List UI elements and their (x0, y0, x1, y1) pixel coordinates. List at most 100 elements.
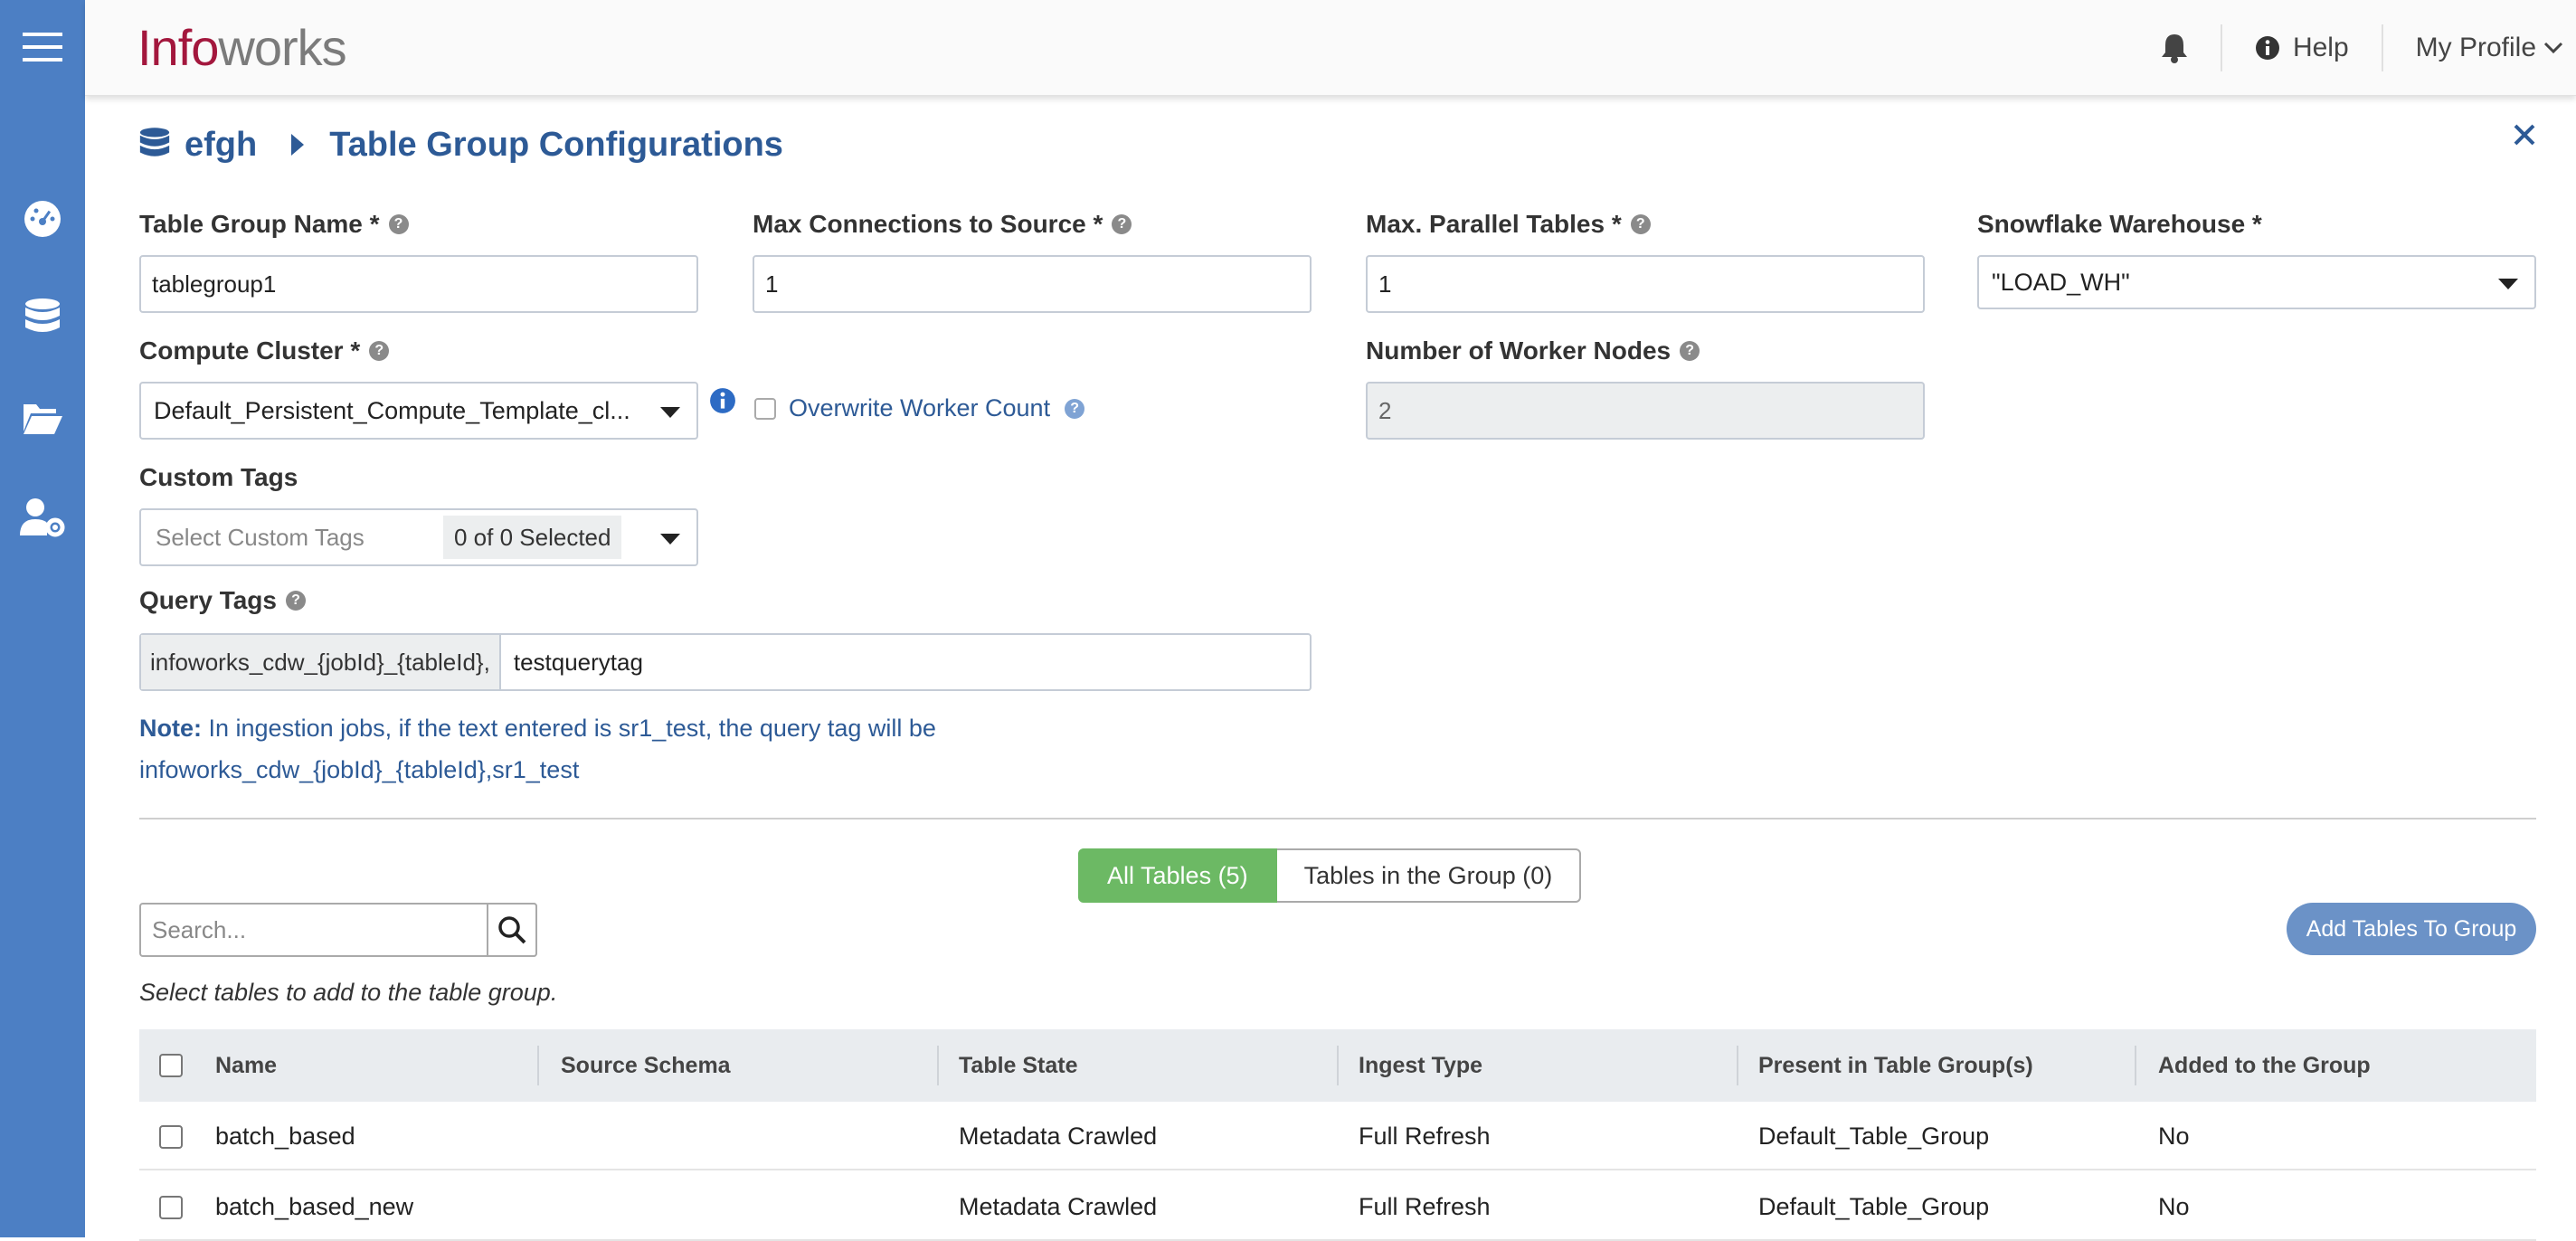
overwrite-worker-count-label: Overwrite Worker Count ? (789, 394, 1085, 422)
separator (2381, 24, 2383, 71)
tab-all-tables[interactable]: All Tables (5) (1078, 848, 1277, 903)
help-icon[interactable]: ? (1065, 398, 1085, 419)
separator (2220, 24, 2222, 71)
breadcrumb: efgh Table Group Configurations (139, 118, 783, 172)
select-all-checkbox[interactable] (159, 1054, 183, 1077)
table-header: Name Source Schema Table State Ingest Ty… (139, 1029, 2536, 1102)
table-group-name-input[interactable]: tablegroup1 (139, 255, 698, 313)
column-header-present-in-groups[interactable]: Present in Table Group(s) (1758, 1029, 2033, 1102)
compute-cluster-label: Compute Cluster *? (139, 336, 390, 365)
page-title: Table Group Configurations (329, 125, 783, 164)
notifications-button[interactable] (2161, 33, 2188, 63)
overwrite-worker-count-checkbox[interactable] (754, 398, 776, 420)
custom-tags-label: Custom Tags (139, 463, 298, 492)
cell-ingest-type: Full Refresh (1359, 1122, 1491, 1150)
help-icon[interactable]: ? (369, 341, 390, 361)
help-icon[interactable]: ? (1680, 341, 1700, 361)
caret-right-icon (291, 134, 305, 156)
query-tags-value: testquerytag (513, 648, 643, 676)
warehouse-value: "LOAD_WH" (1992, 268, 2130, 296)
close-icon (2514, 124, 2535, 146)
dashboard-icon (24, 201, 61, 237)
compute-cluster-select[interactable]: Default_Persistent_Compute_Template_cl..… (139, 382, 698, 440)
hamburger-menu-button[interactable] (0, 20, 85, 74)
caret-down-icon (660, 407, 680, 418)
user-settings-icon (20, 498, 65, 537)
cell-name: batch_based_new (215, 1192, 414, 1220)
help-icon[interactable]: ? (1630, 214, 1651, 234)
max-parallel-label: Max. Parallel Tables *? (1366, 210, 1651, 239)
column-header-source-schema[interactable]: Source Schema (561, 1029, 731, 1102)
max-parallel-tables-input[interactable]: 1 (1366, 255, 1925, 313)
cell-added-to-group: No (2158, 1122, 2190, 1150)
table-hint: Select tables to add to the table group. (139, 979, 558, 1006)
label-text: Custom Tags (139, 463, 298, 491)
caret-down-icon (2498, 279, 2518, 289)
help-icon[interactable]: ? (285, 591, 306, 611)
compute-cluster-info[interactable] (709, 387, 736, 419)
cell-table-state: Metadata Crawled (959, 1122, 1158, 1150)
query-tags-label: Query Tags? (139, 586, 306, 615)
bell-icon (2161, 34, 2187, 63)
label-text: Max Connections to Source * (753, 210, 1103, 238)
label-text: Compute Cluster * (139, 336, 361, 365)
note-line2: infoworks_cdw_{jobId}_{tableId},sr1_test (139, 756, 580, 783)
top-bar: Infoworks Help My Profile (85, 0, 2576, 96)
max-connections-input[interactable]: 1 (753, 255, 1312, 313)
snowflake-warehouse-label: Snowflake Warehouse * (1977, 210, 2262, 239)
folder-icon (24, 404, 62, 434)
table-row[interactable]: batch_based Metadata Crawled Full Refres… (139, 1102, 2536, 1170)
query-tags-input[interactable]: infoworks_cdw_{jobId}_{tableId}, testque… (139, 633, 1312, 691)
column-separator (1337, 1046, 1339, 1085)
row-checkbox[interactable] (159, 1125, 183, 1149)
sidebar-item-files[interactable] (0, 391, 85, 445)
sidebar (0, 0, 85, 1237)
info-icon (710, 388, 735, 413)
column-separator (937, 1046, 939, 1085)
search-button[interactable] (487, 903, 537, 957)
cell-added-to-group: No (2158, 1192, 2190, 1220)
column-separator (537, 1046, 539, 1085)
sidebar-item-dashboard[interactable] (0, 192, 85, 246)
my-profile-menu[interactable]: My Profile (2416, 33, 2563, 63)
label-text: Snowflake Warehouse * (1977, 210, 2262, 238)
help-icon[interactable]: ? (388, 214, 409, 234)
tab-tables-in-group[interactable]: Tables in the Group (0) (1276, 848, 1582, 903)
row-checkbox[interactable] (159, 1196, 183, 1219)
label-text: Table Group Name * (139, 210, 380, 238)
column-header-added-to-group[interactable]: Added to the Group (2158, 1029, 2371, 1102)
close-button[interactable] (2513, 123, 2536, 151)
compute-cluster-value: Default_Persistent_Compute_Template_cl..… (154, 396, 630, 424)
help-link[interactable]: Help (2255, 33, 2349, 63)
app-logo[interactable]: Infoworks (137, 18, 347, 77)
column-separator (1737, 1046, 1738, 1085)
profile-label: My Profile (2415, 33, 2536, 62)
cell-ingest-type: Full Refresh (1359, 1192, 1491, 1220)
max-connections-label: Max Connections to Source *? (753, 210, 1132, 239)
breadcrumb-source-link[interactable]: efgh (185, 126, 257, 165)
custom-tags-count: 0 of 0 Selected (443, 516, 622, 559)
snowflake-warehouse-select[interactable]: "LOAD_WH" (1977, 255, 2536, 309)
table-row[interactable]: batch_based_new Metadata Crawled Full Re… (139, 1172, 2536, 1241)
sidebar-item-sources[interactable] (0, 291, 85, 346)
help-icon[interactable]: ? (1112, 214, 1132, 234)
add-tables-to-group-button[interactable]: Add Tables To Group (2287, 903, 2536, 955)
logo-text-part1: Info (137, 19, 219, 76)
label-text: Number of Worker Nodes (1366, 336, 1672, 365)
label-text: Overwrite Worker Count (789, 394, 1051, 422)
logo-text-part2: works (218, 19, 346, 76)
caret-down-icon (660, 534, 680, 545)
note-line1: In ingestion jobs, if the text entered i… (202, 715, 936, 742)
column-separator (2135, 1046, 2136, 1085)
table-filter-tabs: All Tables (5) Tables in the Group (0) (1078, 848, 1582, 903)
query-tags-prefix: infoworks_cdw_{jobId}_{tableId}, (141, 635, 501, 689)
column-header-ingest-type[interactable]: Ingest Type (1359, 1029, 1482, 1102)
search-input[interactable]: Search... (139, 903, 537, 957)
table-group-name-label: Table Group Name *? (139, 210, 409, 239)
column-header-name[interactable]: Name (215, 1029, 277, 1102)
custom-tags-select[interactable]: Select Custom Tags 0 of 0 Selected (139, 508, 698, 566)
sidebar-item-admin[interactable] (0, 490, 85, 545)
column-header-table-state[interactable]: Table State (959, 1029, 1078, 1102)
hamburger-icon (23, 33, 62, 62)
note-bold: Note: (139, 715, 202, 742)
